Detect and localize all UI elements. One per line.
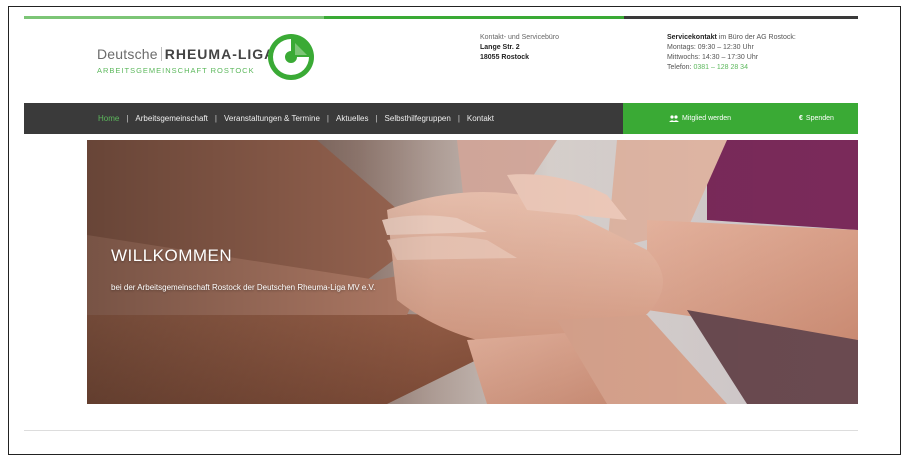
service-phone-line: Telefon: 0381 – 128 28 34 <box>667 63 796 73</box>
hero-subtitle: bei der Arbeitsgemeinschaft Rostock der … <box>111 283 376 292</box>
service-hours-monday: Montags: 09:30 – 12:30 Uhr <box>667 44 754 51</box>
logo-subtitle: ARBEITSGEMEINSCHAFT ROSTOCK <box>97 66 255 75</box>
join-button[interactable]: Mitglied werden <box>669 115 731 122</box>
hero-banner: WILLKOMMEN bei der Arbeitsgemeinschaft R… <box>87 140 858 404</box>
nav-separator: | <box>326 114 329 123</box>
nav-separator: | <box>375 114 378 123</box>
nav-separator: | <box>214 114 217 123</box>
nav-cta-bar: Mitglied werden € Spenden <box>623 103 858 134</box>
logo-rheuma-liga: RHEUMA-LIGA <box>164 46 276 62</box>
phone-number-link[interactable]: 0381 – 128 28 34 <box>693 64 748 71</box>
top-bar-segment-dark <box>624 16 858 19</box>
donate-button[interactable]: € Spenden <box>799 115 834 122</box>
nav-separator: | <box>126 114 129 123</box>
top-bar-segment-light <box>24 16 324 19</box>
service-label-rest: im Büro der AG Rostock: <box>716 34 796 41</box>
rheuma-liga-logo-icon[interactable] <box>267 33 315 81</box>
euro-icon: € <box>799 115 803 122</box>
service-contact: Servicekontakt im Büro der AG Rostock: M… <box>667 33 796 73</box>
contact-street: Lange Str. 2 <box>480 44 520 51</box>
logo-divider <box>160 47 162 61</box>
service-label: Servicekontakt <box>667 34 717 41</box>
service-heading: Servicekontakt im Büro der AG Rostock: <box>667 33 796 43</box>
nav-item-veranstaltungen[interactable]: Veranstaltungen & Termine <box>224 114 320 123</box>
contact-city: 18055 Rostock <box>480 54 530 61</box>
top-color-bar <box>24 16 858 19</box>
content-divider <box>24 430 858 431</box>
top-bar-segment-green <box>324 16 624 19</box>
phone-label: Telefon: <box>667 64 694 71</box>
nav-item-home[interactable]: Home <box>98 114 119 123</box>
nav-menu: Home | Arbeitsgemeinschaft | Veranstaltu… <box>98 103 494 134</box>
main-navigation: Home | Arbeitsgemeinschaft | Veranstaltu… <box>24 103 858 134</box>
nav-item-selbsthilfegruppen[interactable]: Selbsthilfegruppen <box>385 114 451 123</box>
nav-item-kontakt[interactable]: Kontakt <box>467 114 494 123</box>
members-icon <box>669 115 679 122</box>
service-hours-wednesday: Mittwochs: 14:30 – 17:30 Uhr <box>667 54 759 61</box>
contact-title: Kontakt- und Servicebüro <box>480 34 559 41</box>
donate-button-label: Spenden <box>805 115 834 122</box>
join-button-label: Mitglied werden <box>682 115 732 122</box>
logo-deutsche: Deutsche <box>97 46 158 62</box>
nav-separator: | <box>457 114 460 123</box>
hero-title: WILLKOMMEN <box>111 246 233 265</box>
logo-wordmark: Deutsche RHEUMA-LIGA <box>97 46 275 62</box>
nav-item-arbeitsgemeinschaft[interactable]: Arbeitsgemeinschaft <box>135 114 207 123</box>
contact-office: Kontakt- und Servicebüro Lange Str. 2 18… <box>480 33 559 63</box>
hero-hands-image <box>87 140 858 404</box>
nav-item-aktuelles[interactable]: Aktuelles <box>336 114 368 123</box>
